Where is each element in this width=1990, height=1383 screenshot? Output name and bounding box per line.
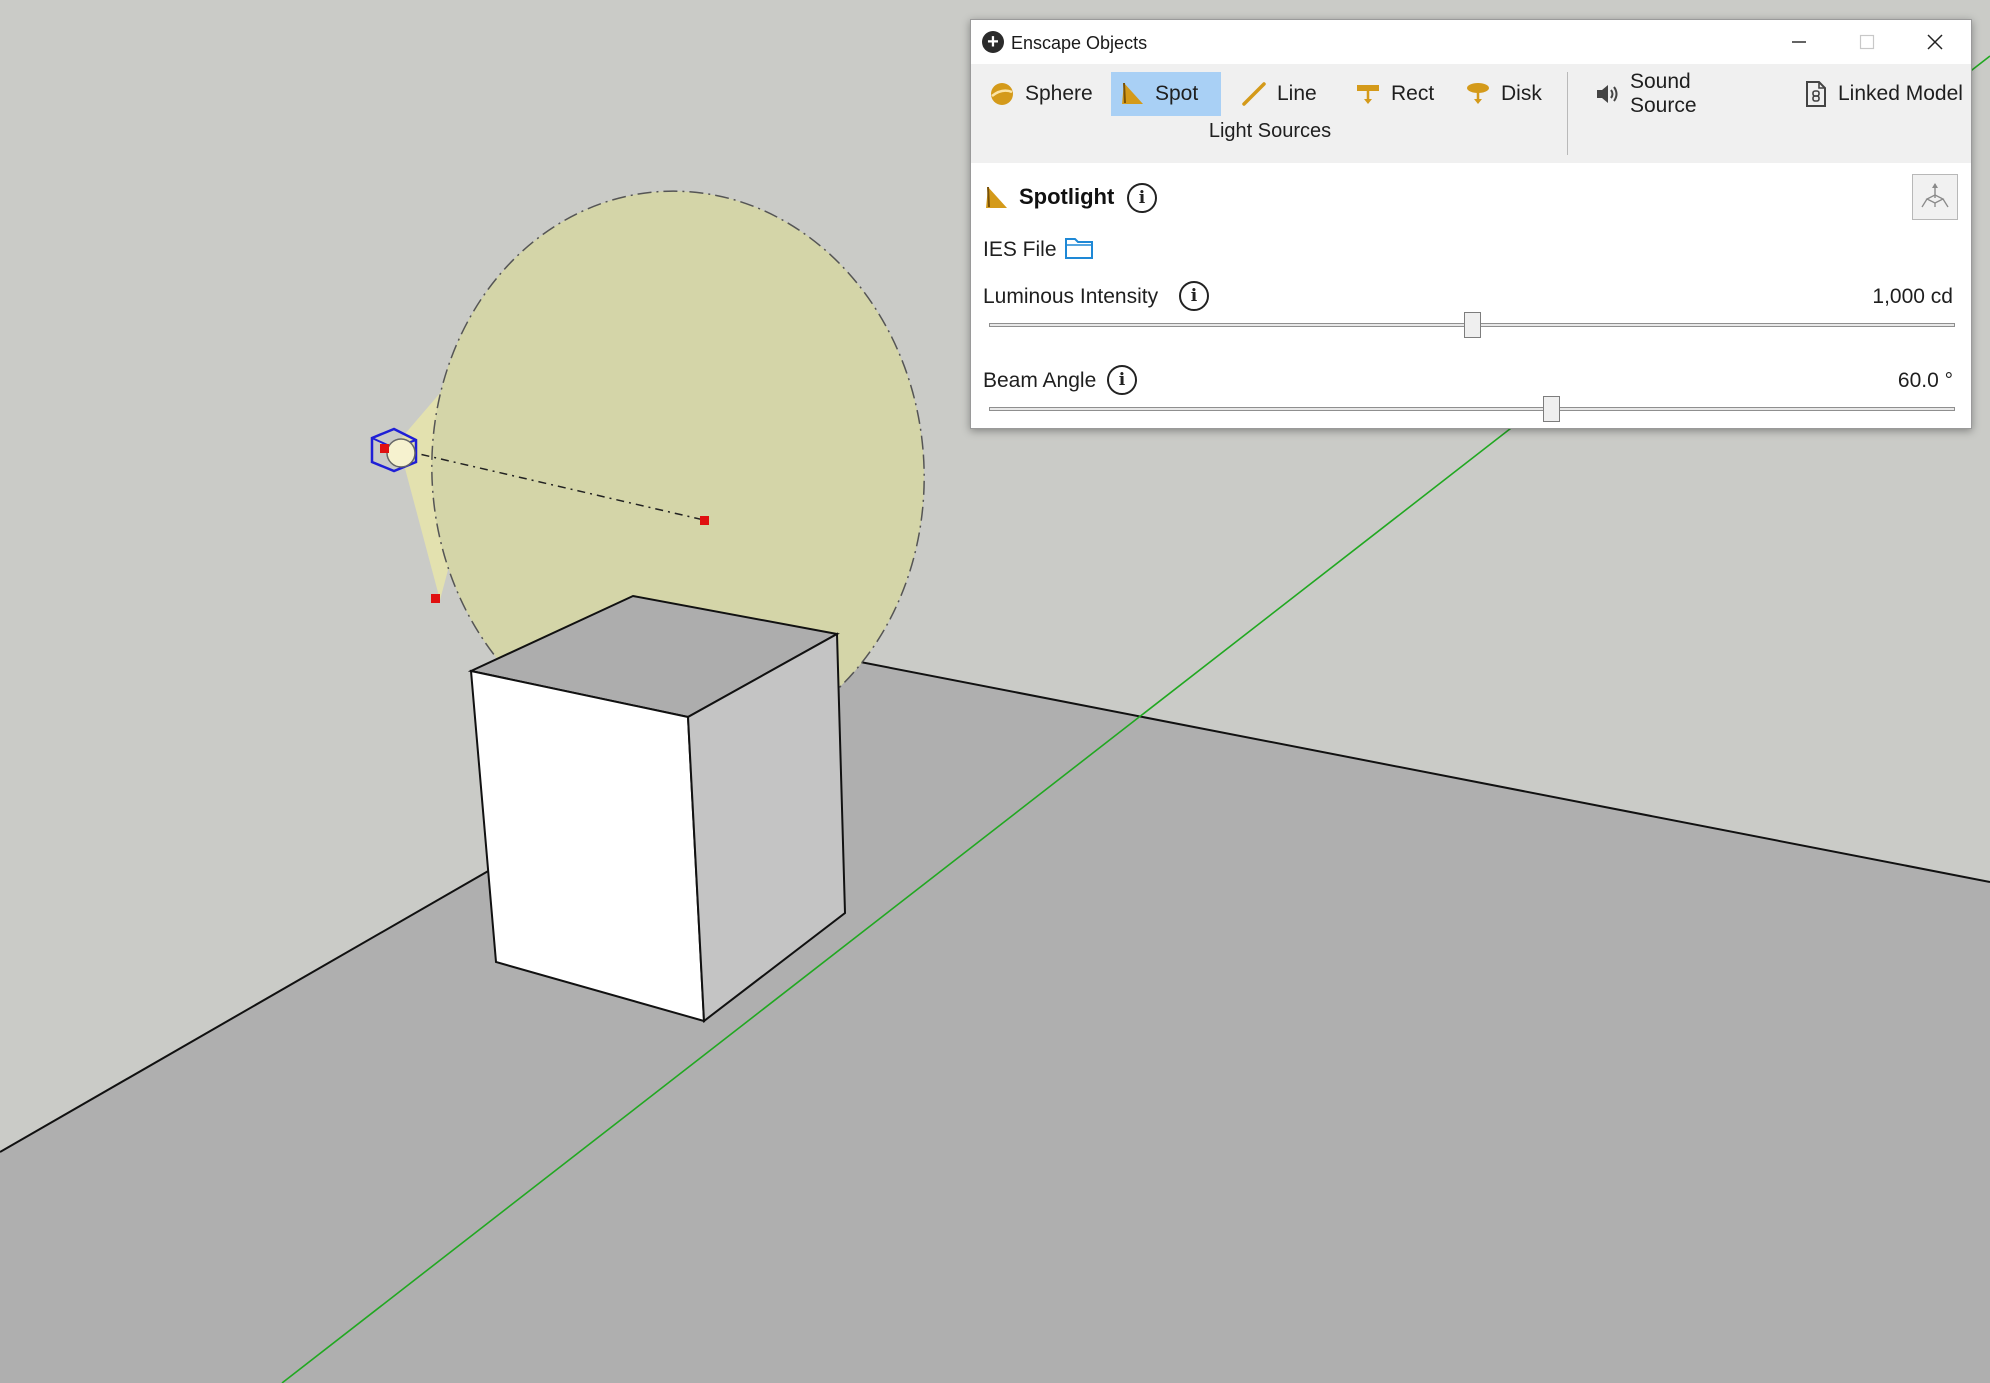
luminous-intensity-value: 1,000 cd — [1872, 285, 1953, 308]
sphere-label: Sphere — [1025, 82, 1093, 105]
spot-label: Spot — [1155, 82, 1199, 105]
line-label: Line — [1277, 82, 1317, 105]
speaker-icon — [1597, 85, 1618, 103]
linked-model-button[interactable]: Linked Model — [1796, 72, 1971, 116]
disk-light-icon — [1467, 83, 1489, 104]
spotlight-bulb — [386, 438, 416, 468]
info-icon[interactable]: i — [1107, 365, 1137, 395]
ies-file-label: IES File — [983, 238, 1057, 261]
beam-angle-slider[interactable] — [989, 396, 1955, 422]
properties-section: Spotlight i IES File Luminous Intensity … — [971, 163, 1971, 428]
object-type-heading: Spotlight — [1019, 184, 1115, 209]
info-icon[interactable]: i — [1127, 183, 1157, 213]
rect-light-button[interactable]: Rect — [1347, 72, 1455, 116]
linked-model-icon — [1806, 81, 1826, 107]
plus-circle-icon: + — [982, 31, 1004, 53]
gizmo-icon — [1921, 183, 1949, 208]
rect-label: Rect — [1391, 82, 1435, 105]
line-light-button[interactable]: Line — [1233, 72, 1343, 116]
disk-label: Disk — [1501, 82, 1542, 105]
control-point[interactable] — [700, 516, 709, 525]
sound-source-label: Sound Source — [1630, 70, 1697, 117]
luminous-intensity-slider[interactable] — [989, 312, 1955, 338]
beam-angle-value: 60.0 ° — [1897, 369, 1953, 392]
minimize-button[interactable] — [1765, 20, 1833, 64]
line-light-icon — [1242, 82, 1266, 106]
slider-thumb[interactable] — [1464, 312, 1481, 338]
minimize-icon — [1792, 41, 1806, 43]
light-sources-group-label: Light Sources — [1208, 120, 1332, 142]
slider-track — [989, 407, 1955, 411]
window-title: Enscape Objects — [1011, 33, 1148, 53]
close-icon — [1927, 34, 1943, 50]
info-icon[interactable]: i — [1179, 281, 1209, 311]
toolbar-divider — [1567, 72, 1568, 155]
rect-light-icon — [1357, 85, 1379, 104]
linked-model-label: Linked Model — [1838, 82, 1963, 105]
object-toolbar: Sphere Spot Line Rect Disk Light Sources… — [971, 64, 1971, 163]
sphere-light-button[interactable]: Sphere — [981, 72, 1107, 116]
slider-thumb[interactable] — [1543, 396, 1561, 422]
maximize-button[interactable] — [1833, 20, 1901, 64]
beam-angle-label: Beam Angle — [983, 369, 1097, 392]
spot-light-icon — [1122, 82, 1143, 104]
control-point[interactable] — [431, 594, 440, 603]
luminous-intensity-label: Luminous Intensity — [983, 285, 1159, 308]
spot-light-icon — [986, 186, 1007, 208]
sound-source-button[interactable]: Sound Source — [1586, 70, 1766, 117]
spot-light-button[interactable]: Spot — [1111, 72, 1221, 116]
placement-gizmo-button[interactable] — [1912, 174, 1958, 220]
title-bar[interactable]: + Enscape Objects — [971, 20, 1971, 64]
maximize-icon — [1859, 34, 1875, 50]
disk-light-button[interactable]: Disk — [1457, 72, 1557, 116]
sphere-light-icon — [991, 83, 1013, 105]
close-button[interactable] — [1901, 20, 1969, 64]
enscape-objects-panel: + Enscape Objects Sphere Spot Line Rect … — [970, 19, 1972, 429]
control-point[interactable] — [380, 444, 389, 453]
folder-icon[interactable] — [1064, 235, 1094, 261]
